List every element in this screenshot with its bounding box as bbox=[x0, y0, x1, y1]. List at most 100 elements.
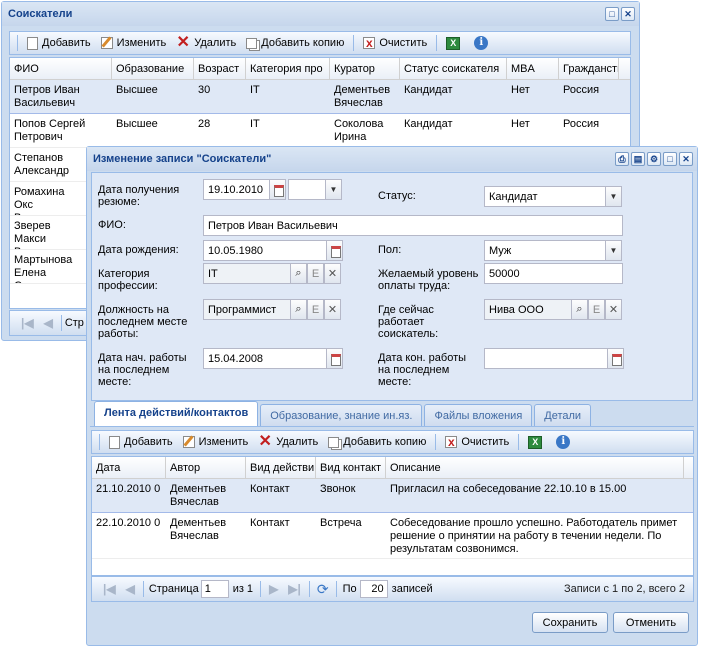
position-input[interactable]: Программист bbox=[203, 299, 291, 320]
table-row[interactable]: Петров Иван Васильевич Высшее 30 IT Деме… bbox=[10, 80, 630, 114]
first-page-icon[interactable]: |◀ bbox=[21, 316, 34, 330]
company-input[interactable]: Нива ООО bbox=[484, 299, 572, 320]
maximize-icon[interactable]: □ bbox=[663, 152, 677, 166]
end-date-input[interactable] bbox=[484, 348, 608, 369]
info-button[interactable]: i bbox=[470, 34, 496, 52]
chevron-down-icon[interactable]: ▼ bbox=[325, 179, 342, 200]
clear-icon[interactable]: ✕ bbox=[324, 263, 341, 284]
export-excel-button[interactable]: X bbox=[442, 35, 468, 52]
prev-page-icon[interactable]: ◀ bbox=[126, 582, 135, 596]
page-number-input[interactable]: 1 bbox=[200, 580, 229, 598]
column-header[interactable]: Образование bbox=[112, 58, 194, 79]
calendar-icon[interactable] bbox=[607, 348, 624, 369]
clear-button[interactable]: x Очистить bbox=[441, 434, 513, 450]
export-excel-button[interactable]: X bbox=[524, 434, 550, 451]
cell-education: Высшее bbox=[116, 118, 158, 130]
column-header[interactable]: Возраст bbox=[194, 58, 246, 79]
column-header[interactable]: ФИО bbox=[10, 58, 112, 79]
edit-icon[interactable]: E bbox=[307, 299, 324, 320]
refresh-icon[interactable]: ⟳ bbox=[317, 581, 329, 598]
edit-window-titlebar[interactable]: Изменение записи "Соискатели" ⎙ ▤ ⚙ □ ✕ bbox=[87, 147, 697, 171]
toolbar-separator bbox=[17, 35, 18, 51]
first-page-icon[interactable]: |◀ bbox=[103, 582, 116, 596]
column-header[interactable]: Категория про bbox=[246, 58, 330, 79]
next-page-icon[interactable]: ▶ bbox=[269, 582, 278, 596]
edit-icon[interactable]: E bbox=[307, 263, 324, 284]
table-row[interactable]: Попов Сергей Петрович Высшее 28 IT Сокол… bbox=[10, 114, 630, 148]
maximize-icon[interactable]: □ bbox=[605, 7, 619, 21]
salary-input[interactable]: 50000 bbox=[484, 263, 623, 284]
resume-time-input[interactable] bbox=[288, 179, 326, 200]
column-header[interactable]: Вид контакт bbox=[316, 457, 386, 478]
fio-input[interactable]: Петров Иван Васильевич bbox=[203, 215, 623, 236]
search-icon[interactable]: ⌕ bbox=[571, 299, 588, 320]
table-row[interactable]: 22.10.2010 0 Дементьев Вячеслав Контакт … bbox=[92, 513, 693, 559]
search-icon[interactable]: ⌕ bbox=[290, 299, 307, 320]
per-page-input[interactable]: 20 bbox=[359, 580, 388, 598]
birth-date-label: Дата рождения: bbox=[98, 244, 179, 256]
pager-separator bbox=[60, 315, 62, 331]
clear-icon: x bbox=[445, 436, 458, 448]
tab-activity-feed[interactable]: Лента действий/контактов bbox=[94, 401, 259, 426]
tab-education[interactable]: Образование, знание ин.яз. bbox=[260, 404, 423, 426]
table-row[interactable]: 21.10.2010 0 Дементьев Вячеслав Контакт … bbox=[92, 479, 693, 513]
add-copy-button[interactable]: Добавить копию bbox=[242, 35, 348, 51]
gear-icon[interactable]: ⚙ bbox=[647, 152, 661, 166]
info-button[interactable]: i bbox=[552, 433, 578, 451]
sex-select[interactable]: Муж bbox=[484, 240, 606, 261]
resume-date-input[interactable]: 19.10.2010 bbox=[203, 179, 270, 200]
position-label: Должность на последнем месте работы: bbox=[98, 304, 188, 340]
toolbar-separator bbox=[435, 434, 437, 450]
cell-date: 22.10.2010 0 bbox=[96, 517, 161, 529]
grid-header: ФИО Образование Возраст Категория про Ку… bbox=[10, 58, 630, 80]
start-date-input[interactable]: 15.04.2008 bbox=[203, 348, 327, 369]
close-icon[interactable]: ✕ bbox=[621, 7, 635, 21]
tab-attachments[interactable]: Файлы вложения bbox=[424, 404, 533, 426]
column-header[interactable]: Статус соискателя bbox=[400, 58, 507, 79]
calendar-icon[interactable] bbox=[326, 348, 343, 369]
search-icon[interactable]: ⌕ bbox=[290, 263, 307, 284]
cancel-button[interactable]: Отменить bbox=[613, 612, 689, 633]
excel-icon: X bbox=[446, 36, 461, 50]
calendar-icon[interactable] bbox=[269, 179, 286, 200]
tab-details[interactable]: Детали bbox=[534, 404, 592, 426]
prev-page-icon[interactable]: ◀ bbox=[44, 316, 53, 330]
column-header[interactable]: Гражданств bbox=[559, 58, 619, 79]
clear-icon[interactable]: ✕ bbox=[605, 299, 622, 320]
column-header[interactable]: Куратор bbox=[330, 58, 400, 79]
save-button[interactable]: Сохранить bbox=[532, 612, 608, 633]
activity-grid: Дата Автор Вид действи Вид контакт Описа… bbox=[91, 456, 694, 576]
cell-category: IT bbox=[250, 84, 260, 96]
add-copy-button[interactable]: Добавить копию bbox=[324, 434, 430, 450]
records-label: записей bbox=[391, 583, 433, 595]
chevron-down-icon[interactable]: ▼ bbox=[605, 240, 622, 261]
add-button[interactable]: Добавить bbox=[105, 434, 177, 451]
column-header[interactable]: MBA bbox=[507, 58, 559, 79]
edit-icon[interactable]: E bbox=[588, 299, 605, 320]
last-page-icon[interactable]: ▶| bbox=[288, 582, 301, 596]
excel-icon: X bbox=[528, 435, 543, 449]
category-input[interactable]: IT bbox=[203, 263, 291, 284]
edit-button[interactable]: Изменить bbox=[97, 35, 171, 51]
calendar-icon[interactable] bbox=[326, 240, 343, 261]
edit-icon bbox=[100, 37, 113, 49]
delete-button[interactable]: ✕ Удалить bbox=[172, 34, 240, 52]
print-icon[interactable]: ⎙ bbox=[615, 152, 629, 166]
document-icon[interactable]: ▤ bbox=[631, 152, 645, 166]
resume-date-label: Дата получения резюме: bbox=[98, 184, 180, 208]
sex-label: Пол: bbox=[378, 244, 402, 256]
add-button[interactable]: Добавить bbox=[23, 35, 95, 52]
chevron-down-icon[interactable]: ▼ bbox=[605, 186, 622, 207]
candidates-window-titlebar[interactable]: Соискатели □ ✕ bbox=[2, 2, 639, 26]
clear-icon[interactable]: ✕ bbox=[324, 299, 341, 320]
column-header[interactable]: Описание bbox=[386, 457, 684, 478]
status-select[interactable]: Кандидат bbox=[484, 186, 606, 207]
column-header[interactable]: Автор bbox=[166, 457, 246, 478]
column-header[interactable]: Дата bbox=[92, 457, 166, 478]
column-header[interactable]: Вид действи bbox=[246, 457, 316, 478]
edit-button[interactable]: Изменить bbox=[179, 434, 253, 450]
birth-date-input[interactable]: 10.05.1980 bbox=[203, 240, 327, 261]
clear-button[interactable]: x Очистить bbox=[359, 35, 431, 51]
close-icon[interactable]: ✕ bbox=[679, 152, 693, 166]
delete-button[interactable]: ✕ Удалить bbox=[254, 433, 322, 451]
